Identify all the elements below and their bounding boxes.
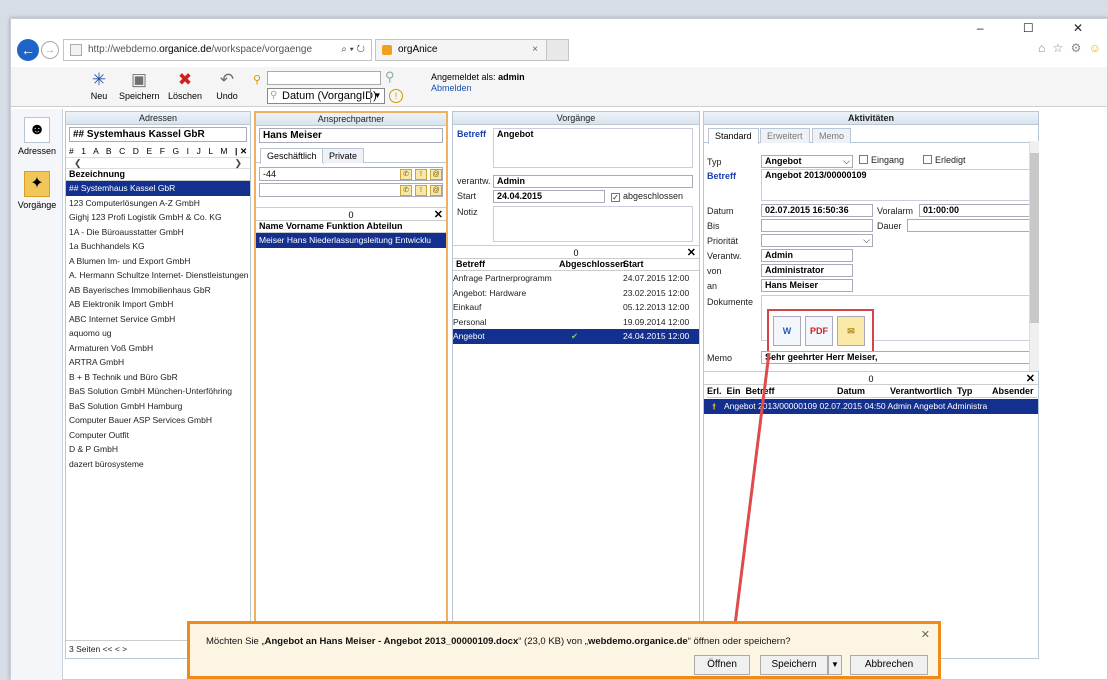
download-message: Möchten Sie „Angebot an Hans Meiser - An…	[206, 636, 791, 647]
download-host: webdemo.organice.de	[587, 636, 688, 647]
arrow-line	[733, 352, 771, 626]
open-button[interactable]: Öffnen	[694, 655, 750, 675]
save-download-button[interactable]: Speichern	[760, 655, 828, 675]
msg-post: “ öffnen oder speichern?	[687, 636, 791, 647]
msg-mid: “ (23,0 KB) von „	[518, 636, 588, 647]
save-options-chevron-icon[interactable]: ▼	[828, 655, 842, 675]
download-bar: Möchten Sie „Angebot an Hans Meiser - An…	[187, 621, 941, 679]
browser-window: ← → http://webdemo.organice.de/workspace…	[10, 18, 1108, 680]
cancel-button[interactable]: Abbrechen	[850, 655, 928, 675]
msg-pre: Möchten Sie „	[206, 636, 265, 647]
annotation-arrow	[727, 352, 771, 637]
download-close-icon[interactable]: ✕	[921, 628, 930, 641]
download-filename: Angebot an Hans Meiser - Angebot 2013_00…	[264, 636, 519, 647]
